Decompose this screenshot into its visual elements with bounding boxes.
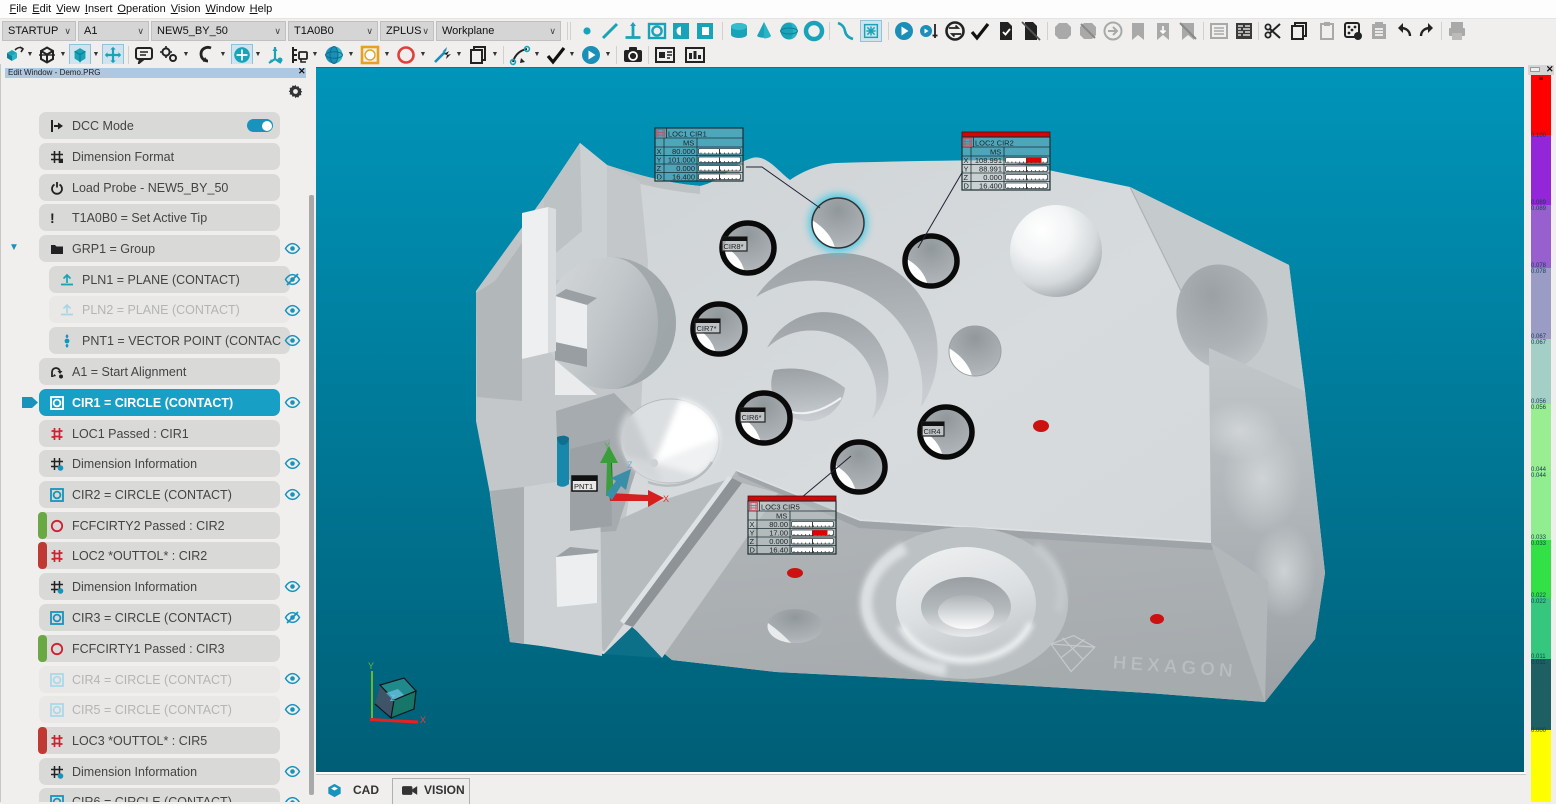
svg-text:LOC2 CIR2: LOC2 CIR2 bbox=[975, 139, 1014, 148]
svg-text:D: D bbox=[750, 546, 756, 555]
svg-text:CIR6*: CIR6* bbox=[742, 413, 762, 422]
svg-text:D: D bbox=[964, 182, 970, 191]
svg-text:Z: Z bbox=[390, 694, 395, 703]
svg-text:X: X bbox=[663, 494, 669, 504]
svg-text:X: X bbox=[420, 715, 426, 725]
svg-text:LOC1 CIR1: LOC1 CIR1 bbox=[668, 130, 707, 139]
svg-text:Y: Y bbox=[604, 441, 610, 451]
svg-text:D: D bbox=[657, 173, 663, 182]
svg-text:LOC3 CIR5: LOC3 CIR5 bbox=[761, 503, 800, 512]
svg-text:16.400: 16.400 bbox=[672, 173, 695, 182]
svg-text:Z: Z bbox=[627, 460, 633, 470]
svg-text:16.40: 16.40 bbox=[769, 546, 788, 555]
svg-text:CIR7*: CIR7* bbox=[697, 324, 717, 333]
svg-text:Y: Y bbox=[368, 661, 374, 671]
svg-text:CIR8*: CIR8* bbox=[724, 242, 744, 251]
svg-text:PNT1: PNT1 bbox=[574, 482, 593, 491]
svg-text:16.400: 16.400 bbox=[979, 182, 1002, 191]
svg-text:CIR4: CIR4 bbox=[924, 427, 941, 436]
